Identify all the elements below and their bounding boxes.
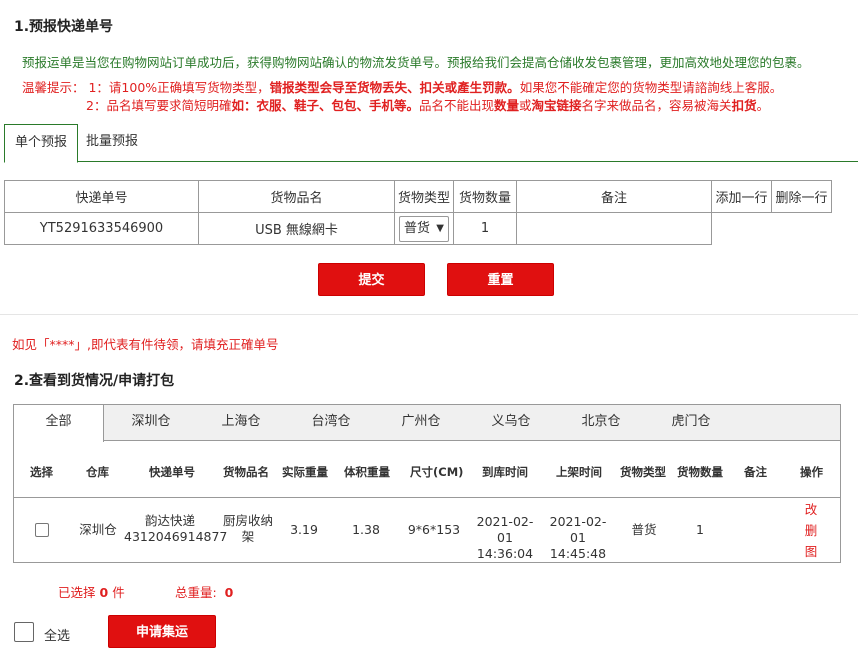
th-size: 尺寸(CM) (410, 465, 464, 479)
add-row-button[interactable]: 添加一行 (711, 180, 772, 213)
row-shelf-time: 2021-02-01 14:45:48 (543, 514, 613, 562)
row-arrive-date: 2021-02-01 (476, 514, 534, 545)
row-quantity: 1 (696, 522, 704, 537)
row-size: 9*6*153 (407, 522, 461, 537)
th-select: 选择 (30, 465, 53, 479)
selected-count: 已选择 0 件 (58, 585, 125, 600)
warning-line-2: 2：品名填写要求简短明確如：衣服、鞋子、包包、手机等。品名不能出现数量或淘宝链接… (86, 98, 770, 113)
row-arrive-time: 2021-02-01 14:36:04 (470, 514, 540, 562)
forecast-description: 预报运单是当您在购物网站订单成功后，获得购物网站确认的物流发货单号。预报给我们会… (22, 55, 810, 70)
forecast-tabs: 单个预报 批量预报 (4, 124, 858, 163)
th-quantity: 货物数量 (677, 465, 723, 479)
select-all-label: 全选 (44, 629, 71, 644)
tab-shenzhen[interactable]: 深圳仓 (106, 405, 196, 441)
product-name-input[interactable]: USB 無線網卡 (198, 212, 395, 245)
section2-title: 2.查看到货情况/申请打包 (14, 373, 175, 389)
tab-single-forecast[interactable]: 单个预报 (4, 124, 79, 163)
tab-guangzhou[interactable]: 广州仓 (376, 405, 466, 441)
row-shelf-clock: 14:45:48 (549, 546, 607, 561)
edit-link[interactable]: 改 (800, 499, 822, 520)
row-shelf-date: 2021-02-01 (549, 514, 607, 545)
th-tracking: 快递单号 (149, 465, 195, 479)
reset-button[interactable]: 重置 (447, 263, 554, 296)
submit-button[interactable]: 提交 (318, 263, 425, 296)
col-header-product: 货物品名 (198, 180, 395, 213)
section1-title: 1.预报快递单号 (14, 19, 114, 35)
select-all-checkbox[interactable] (14, 622, 34, 642)
row-courier-tracking: 韵达快递 4312046914877 (124, 513, 228, 545)
col-header-quantity: 货物数量 (453, 180, 517, 213)
th-operation: 操作 (800, 465, 823, 479)
tracking-number-input[interactable]: YT5291633546900 (4, 212, 199, 245)
row-volume-weight: 1.38 (352, 522, 380, 537)
col-header-tracking: 快递单号 (4, 180, 199, 213)
tab-beijing[interactable]: 北京仓 (556, 405, 646, 441)
th-shelf-time: 上架时间 (556, 465, 602, 479)
delete-row-button[interactable]: 删除一行 (771, 180, 832, 213)
remark-input[interactable] (516, 212, 712, 245)
th-remark: 备注 (744, 465, 767, 479)
tab-batch-forecast[interactable]: 批量预报 (76, 124, 148, 162)
row-tracking: 4312046914877 (124, 529, 228, 544)
empty-cell (772, 213, 832, 245)
divider (0, 314, 858, 315)
th-warehouse: 仓库 (86, 465, 109, 479)
chevron-down-icon: ▼ (436, 222, 444, 234)
quantity-input[interactable]: 1 (453, 212, 517, 245)
row-checkbox[interactable] (35, 523, 49, 537)
tab-shanghai[interactable]: 上海仓 (196, 405, 286, 441)
th-volume-weight: 体积重量 (344, 465, 390, 479)
table-header: 选择 仓库 快递单号 货物品名 实际重量 体积重量 尺寸(CM) 到库时间 上架… (14, 442, 840, 498)
row-goods-type: 普货 (631, 522, 657, 537)
pending-note: 如见「****」,即代表有件待领，请填充正確单号 (12, 337, 279, 352)
col-header-remark: 备注 (516, 180, 712, 213)
tab-humen[interactable]: 虎门仓 (646, 405, 736, 441)
goods-type-value: 普货 (404, 220, 431, 236)
row-warehouse: 深圳仓 (79, 522, 117, 537)
th-actual-weight: 实际重量 (282, 465, 328, 479)
tab-all[interactable]: 全部 (14, 405, 104, 442)
warning-line-1: 温馨提示： 1：请100%正确填写货物类型，错报类型会导至货物丢失、扣关或產生罚… (22, 80, 783, 95)
col-header-type: 货物类型 (394, 180, 454, 213)
th-arrive-time: 到库时间 (482, 465, 528, 479)
image-link[interactable]: 图 (800, 541, 822, 562)
forecast-form-table: 快递单号 货物品名 货物类型 货物数量 备注 添加一行 删除一行 YT52916… (4, 180, 832, 245)
goods-type-select[interactable]: 普货 ▼ (399, 215, 449, 242)
th-product: 货物品名 (223, 465, 269, 479)
empty-cell (712, 213, 772, 245)
row-product-line2: 架 (241, 529, 255, 544)
row-arrive-clock: 14:36:04 (476, 546, 534, 561)
row-actual-weight: 3.19 (290, 522, 318, 537)
row-operations: 改 删 图 (800, 499, 822, 562)
apply-consolidation-button[interactable]: 申请集运 (108, 615, 216, 648)
warehouse-tabs: 全部 深圳仓 上海仓 台湾仓 广州仓 义乌仓 北京仓 虎门仓 (14, 405, 840, 442)
th-goods-type: 货物类型 (620, 465, 666, 479)
row-courier: 韵达快递 (144, 513, 195, 528)
total-weight: 总重量: 0 (175, 585, 234, 600)
delete-link[interactable]: 删 (800, 520, 822, 541)
row-product-line1: 厨房收纳 (222, 513, 273, 528)
table-row: 深圳仓 韵达快递 4312046914877 厨房收纳架 3.19 1.38 9*… (14, 499, 840, 563)
arrival-panel: 全部 深圳仓 上海仓 台湾仓 广州仓 义乌仓 北京仓 虎门仓 选择 仓库 快递单… (13, 404, 841, 563)
row-product: 厨房收纳架 (218, 513, 278, 545)
tab-yiwu[interactable]: 义乌仓 (466, 405, 556, 441)
tab-taiwan[interactable]: 台湾仓 (286, 405, 376, 441)
goods-type-cell: 普货 ▼ (394, 212, 454, 245)
